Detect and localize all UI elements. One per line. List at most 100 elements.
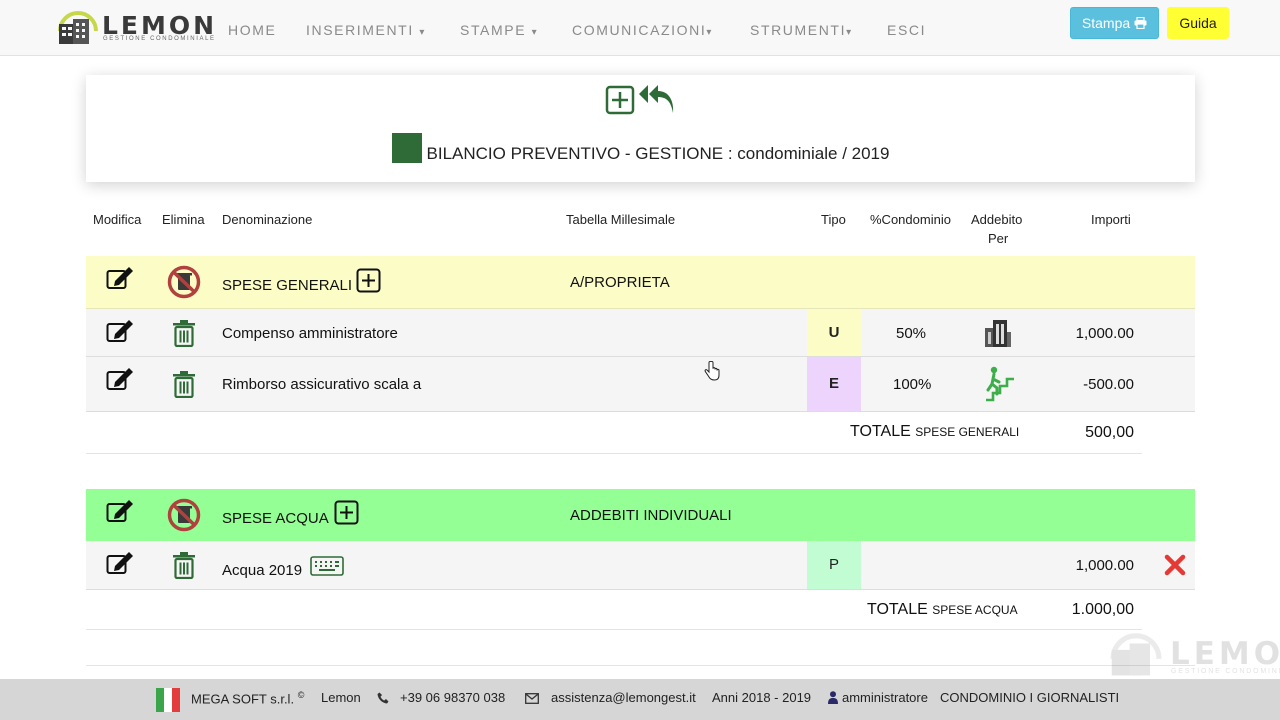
col-addebito: Addebito [971,212,1023,227]
stairs-icon [986,366,1014,402]
totale-word: TOTALE [867,601,928,618]
table-row: Acqua 2019 P 1,000.00 [86,541,1195,590]
footer-user: amministratore [842,690,928,705]
row-tipo: E [807,357,861,411]
delete-disabled-icon [167,265,201,299]
group-name: SPESE ACQUA [222,510,329,527]
footer-phone[interactable]: +39 06 98370 038 [400,690,505,705]
caret-down-icon: ▾ [531,27,539,38]
nav-inserimenti-label: INSERIMENTI [306,22,414,38]
totale-row: TOTALE SPESE ACQUA 1.000,00 [86,590,1142,630]
row-denominazione: Compenso amministratore [222,325,398,342]
table-row: Compenso amministratore U 50% 1,000.00 [86,309,1195,357]
footer-condominio: CONDOMINIO I GIORNALISTI [940,690,1120,705]
watermark-subtitle: GESTIONE CONDOMINIALE [1171,668,1280,675]
page-title-text: BILANCIO PREVENTIVO - GESTIONE : condomi… [426,144,890,163]
row-denominazione: Acqua 2019 [222,562,303,579]
group-tabella: A/PROPRIETA [570,274,670,291]
page-title: BILANCIO PREVENTIVO - GESTIONE : condomi… [86,133,1195,164]
trash-icon[interactable] [172,319,196,347]
budget-header-panel: BILANCIO PREVENTIVO - GESTIONE : condomi… [86,75,1195,182]
edit-icon[interactable] [106,367,134,391]
row-tipo: P [807,541,861,589]
col-tipo: Tipo [821,212,846,227]
group-name: SPESE GENERALI [222,277,353,294]
row-percent: 100% [893,376,932,393]
building-icon [985,320,1011,347]
nav-esci[interactable]: ESCI [887,22,926,38]
hand-cursor-icon [704,361,720,381]
guida-button[interactable]: Guida [1167,7,1229,39]
totale-group: SPESE GENERALI [915,425,1020,439]
totale-group: SPESE ACQUA [932,603,1018,617]
row-importo: -500.00 [1083,376,1134,393]
caret-down-icon: ▾ [706,27,713,38]
watermark-brand: LEMON [1170,636,1280,672]
color-square [391,133,422,163]
footer-anni: Anni 2018 - 2019 [712,690,812,705]
edit-icon[interactable] [106,319,134,343]
trash-icon[interactable] [172,551,196,579]
user-icon [828,691,838,704]
totale-label: TOTALE SPESE ACQUA [867,601,1018,619]
add-item-icon[interactable] [334,500,359,525]
printer-icon [1134,16,1147,30]
nav-comunicazioni[interactable]: COMUNICAZIONI▾ [572,22,713,38]
totale-value: 1.000,00 [1071,601,1134,618]
envelope-icon [525,693,539,704]
building-logo-icon [1110,633,1162,676]
group-row-spese-generali: SPESE GENERALI A/PROPRIETA [86,256,1195,309]
totale-label: TOTALE SPESE GENERALI [850,423,1019,441]
add-item-icon[interactable] [356,268,381,293]
brand-subtitle: GESTIONE CONDOMINIALE [103,36,216,42]
footer-company-name: MEGA SOFT s.r.l. [191,691,295,707]
reply-all-icon[interactable] [638,83,676,115]
nav-home[interactable]: HOME [228,22,276,38]
col-addebito-per: Per [988,231,1009,246]
nav-strumenti[interactable]: STRUMENTI▾ [750,22,853,38]
group-row-spese-acqua: SPESE ACQUA ADDEBITI INDIVIDUALI [86,489,1195,541]
col-modifica: Modifica [93,212,142,227]
row-importo: 1,000.00 [1075,325,1134,342]
add-square-icon[interactable] [605,85,635,115]
footer-email[interactable]: assistenza@lemongest.it [551,690,696,705]
edit-icon[interactable] [106,551,134,575]
caret-down-icon: ▾ [846,27,853,38]
trash-icon[interactable] [172,370,196,398]
nav-strumenti-label: STRUMENTI [750,22,847,38]
table-row: Rimborso assicurativo scala a E 100% -50… [86,357,1195,412]
brand-logo[interactable]: LEMON GESTIONE CONDOMINIALE [57,10,214,46]
italy-flag-icon [156,688,180,712]
footer: MEGA SOFT s.r.l. © Lemon +39 06 98370 03… [0,679,1280,720]
edit-icon[interactable] [106,266,134,290]
delete-x-icon[interactable] [1164,554,1186,576]
stampa-button-label: Stampa [1081,15,1131,31]
col-elimina: Elimina [162,212,205,227]
col-condominio: %Condominio [870,212,951,227]
row-denominazione: Rimborso assicurativo scala a [222,376,422,393]
navbar: LEMON GESTIONE CONDOMINIALE HOME INSERIM… [0,0,1280,56]
phone-icon [377,692,389,704]
keyboard-icon[interactable] [310,556,344,576]
totale-word: TOTALE [850,423,911,440]
totale-row: TOTALE SPESE GENERALI 500,00 [86,412,1142,454]
divider [86,665,1195,666]
building-logo-icon [58,11,98,44]
edit-icon[interactable] [106,499,134,523]
col-tabella: Tabella Millesimale [566,212,676,227]
copyright-symbol: © [297,690,305,700]
nav-inserimenti[interactable]: INSERIMENTI ▾ [306,22,426,38]
col-denominazione: Denominazione [222,212,313,227]
caret-down-icon: ▾ [419,27,426,38]
stampa-button[interactable]: Stampa [1070,7,1159,39]
nav-stampe-label: STAMPE [460,22,527,38]
delete-disabled-icon [167,498,201,532]
col-importi: Importi [1091,212,1131,227]
group-tabella: ADDEBITI INDIVIDUALI [570,507,732,524]
row-importo: 1,000.00 [1075,557,1134,574]
row-percent: 50% [896,325,927,342]
footer-company: MEGA SOFT s.r.l. © [191,690,304,706]
nav-comunicazioni-label: COMUNICAZIONI [572,22,707,38]
watermark-logo: LEMON GESTIONE CONDOMINIALE [1108,632,1280,683]
nav-stampe[interactable]: STAMPE ▾ [460,22,538,38]
